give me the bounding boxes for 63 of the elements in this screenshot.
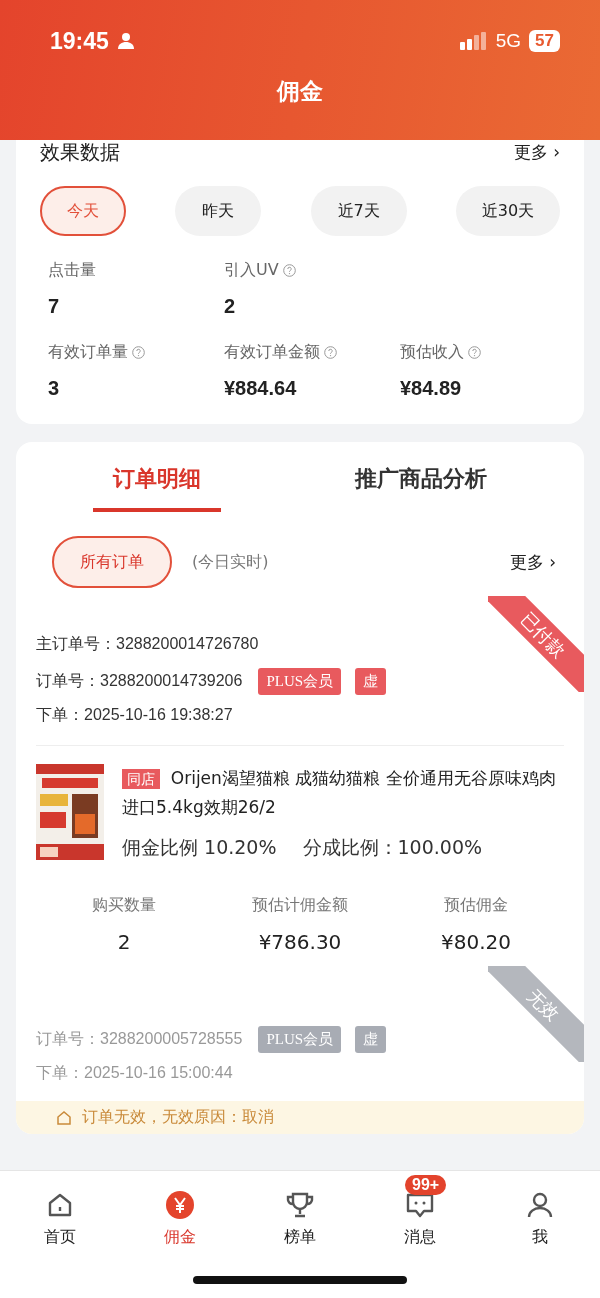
person-icon (116, 32, 135, 50)
metric-value: 3 (48, 377, 61, 400)
help-icon[interactable] (324, 346, 337, 359)
order-tag: 虚 (355, 668, 387, 695)
tab[interactable]: 推广商品分析 (335, 460, 507, 512)
unread-badge: 99+ (405, 1175, 447, 1195)
section-title: 效果数据 (40, 140, 120, 166)
help-icon[interactable] (282, 264, 296, 277)
share-rate: 分成比例：100.00% (302, 835, 483, 860)
order-tag: PLUS会员 (258, 668, 342, 695)
order-time: 下单：2025-10-16 19:38:27 (36, 705, 233, 725)
figure-value: ¥786.30 (258, 930, 342, 954)
figure-value: 2 (117, 930, 131, 954)
metric-value: ¥884.64 (224, 377, 298, 400)
metric-label: 点击量 (48, 260, 96, 281)
more-link[interactable]: 更多 › (509, 550, 556, 574)
metric-value: 7 (48, 295, 61, 318)
help-icon[interactable] (468, 346, 481, 359)
tab-bar-item[interactable]: 我 (495, 1173, 585, 1248)
date-range-chip[interactable]: 近7天 (310, 186, 407, 236)
order-tag: PLUS会员 (258, 1026, 342, 1053)
person-icon (526, 1191, 554, 1219)
order-tag: 虚 (355, 1026, 387, 1053)
figure-label: 预估佣金 (444, 895, 508, 916)
status-ribbon: 已付款 (488, 596, 584, 692)
help-icon[interactable] (132, 346, 145, 359)
figure-value: ¥80.20 (441, 930, 511, 954)
order-time: 下单：2025-10-16 15:00:44 (36, 1063, 233, 1083)
trophy-icon (285, 1190, 315, 1220)
tab-bar-item[interactable]: 99+ 消息 (375, 1173, 465, 1248)
filter-chip[interactable]: 所有订单 (52, 536, 172, 588)
figure-label: 预估计佣金额 (252, 895, 348, 916)
status-ribbon: 无效 (488, 966, 584, 1062)
order-number: 订单号：3288200014739206 (36, 671, 243, 691)
signal-icon (459, 32, 488, 50)
page-title: 佣金 (275, 77, 324, 106)
notice-text: 订单无效，无效原因：取消 (82, 1107, 274, 1128)
metric-label: 引入UV (224, 260, 279, 281)
battery-level: 57 (529, 30, 560, 52)
tab-bar-item[interactable]: 榜单 (255, 1173, 345, 1248)
yen-icon (165, 1190, 195, 1220)
status-time: 19:45 (50, 27, 109, 55)
product-title[interactable]: 同店 Orijen渴望猫粮 成猫幼猫粮 全价通用无谷原味鸡肉进口5.4kg效期26/2 (122, 764, 564, 821)
metric-label: 有效订单金额 (224, 342, 320, 363)
home-icon (46, 1191, 74, 1219)
date-range-chip[interactable]: 今天 (40, 186, 126, 236)
order-number: 订单号：3288200005728555 (36, 1029, 243, 1049)
tab-bar-item[interactable]: 佣金 (135, 1173, 225, 1248)
home-icon (56, 1109, 72, 1126)
main-order-number: 主订单号：3288200014726780 (36, 634, 259, 654)
more-link[interactable]: 更多 › (513, 140, 560, 164)
tab[interactable]: 订单明细 (93, 460, 221, 512)
date-range-chip[interactable]: 昨天 (175, 186, 262, 236)
metric-value: ¥84.89 (400, 377, 463, 400)
tab-bar-item[interactable]: 首页 (15, 1173, 105, 1248)
date-range-chip[interactable]: 近30天 (456, 186, 560, 236)
figure-label: 购买数量 (92, 895, 156, 916)
filter-note: (今日实时) (192, 551, 269, 573)
commission-rate: 佣金比例 10.20% (122, 835, 277, 860)
metric-value: 2 (224, 295, 237, 318)
network-label: 5G (495, 30, 522, 52)
metric-label: 有效订单量 (48, 342, 128, 363)
metric-label: 预估收入 (400, 342, 464, 363)
